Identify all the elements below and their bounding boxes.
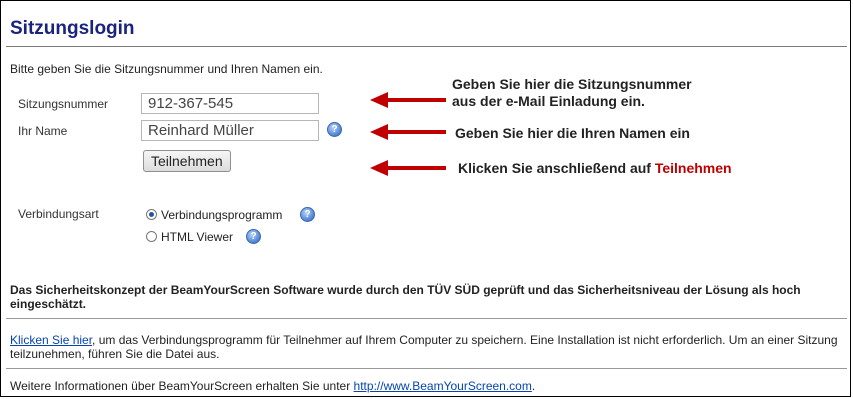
download-link[interactable]: Klicken Sie hier: [10, 333, 92, 347]
info-paragraph: Weitere Informationen über BeamYourScree…: [10, 379, 845, 393]
download-paragraph: Klicken Sie hier, um das Verbindungsprog…: [10, 333, 845, 361]
callout-session-line1: Geben Sie hier die Sitzungsnummer: [452, 76, 692, 92]
red-arrow-icon: [370, 92, 446, 108]
help-question-icon[interactable]: ?: [246, 229, 261, 244]
red-arrow-icon: [370, 160, 446, 176]
callout-session-line2: aus der e-Mail Einladung ein.: [452, 93, 645, 109]
name-input[interactable]: [141, 120, 319, 141]
callout-join-highlight: Teilnehmen: [654, 160, 732, 176]
title-divider: [6, 46, 847, 47]
session-number-label: Sitzungsnummer: [18, 97, 109, 111]
intro-text: Bitte geben Sie die Sitzungsnummer und I…: [10, 62, 323, 76]
radio-connection-program-label[interactable]: Verbindungsprogramm: [161, 208, 282, 222]
session-number-input[interactable]: [141, 93, 319, 114]
help-question-icon[interactable]: ?: [300, 207, 315, 222]
callout-session-number: Geben Sie hier die Sitzungsnummer aus de…: [452, 76, 692, 110]
join-button[interactable]: Teilnehmen: [143, 150, 231, 172]
name-label: Ihr Name: [18, 124, 68, 138]
connection-type-label: Verbindungsart: [18, 207, 99, 221]
website-link[interactable]: http://www.BeamYourScreen.com: [354, 379, 532, 393]
download-text: , um das Verbindungsprogramm für Teilneh…: [10, 333, 838, 361]
info-suffix: .: [531, 379, 536, 393]
callout-name: Geben Sie hier die Ihren Namen ein: [455, 125, 690, 141]
callout-join-prefix: Klicken Sie anschließend auf: [458, 160, 655, 176]
red-arrow-icon: [370, 124, 446, 140]
radio-html-viewer-label[interactable]: HTML Viewer: [161, 230, 233, 244]
info-text: Weitere Informationen über BeamYourScree…: [10, 379, 354, 393]
help-question-icon[interactable]: ?: [327, 122, 342, 137]
security-notice: Das Sicherheitskonzept der BeamYourScree…: [10, 283, 801, 311]
callout-join: Klicken Sie anschließend auf Teilnehmen: [458, 160, 732, 177]
radio-html-viewer[interactable]: [146, 231, 157, 242]
page-title: Sitzungslogin: [10, 18, 135, 39]
divider: [6, 368, 847, 369]
divider: [6, 318, 847, 319]
radio-connection-program[interactable]: [146, 209, 157, 220]
